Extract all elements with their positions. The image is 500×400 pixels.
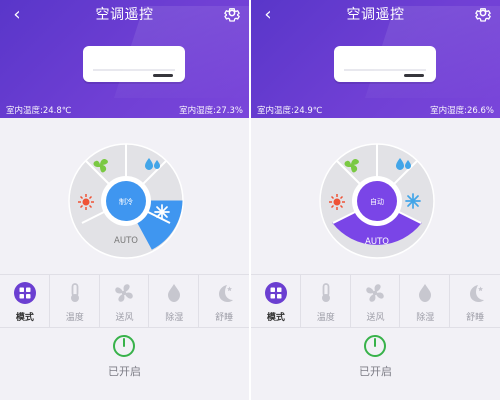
gear-icon[interactable] [223,4,241,22]
ac-remote-screen-auto: ‹ 空调遥控 室内温度:24.9℃ 室内湿度:26.6% 自动 AUTO 模式 … [251,0,500,400]
dial-center-label: 自动 [370,197,384,206]
air-conditioner-illustration [334,46,436,82]
tab-mode[interactable]: 模式 [251,275,301,327]
thermometer-icon [321,283,330,302]
power-control: 已开启 [0,334,249,394]
tab-airflow[interactable]: 送风 [351,275,401,327]
droplet-icon [419,284,432,302]
dial-auto-label[interactable]: AUTO [114,236,138,246]
page-title: 空调遥控 [346,7,405,23]
tab-label: 除湿 [416,313,435,323]
tab-label: 除湿 [165,313,184,323]
tab-label: 温度 [316,313,335,323]
tab-label: 送风 [115,313,134,323]
mode-tabs: 模式 温度 送风 除湿 舒睡 [0,274,249,328]
indoor-humidity: 室内湿度:27.3% [179,106,243,116]
gear-icon[interactable] [474,4,492,22]
power-control: 已开启 [251,334,500,394]
tab-sleep[interactable]: 舒睡 [199,275,249,327]
air-conditioner-illustration [83,46,185,82]
tab-dehumidify[interactable]: 除湿 [149,275,199,327]
tab-label: 舒睡 [466,313,485,323]
tab-label: 温度 [65,313,84,323]
moon-icon [219,285,234,302]
mode-tabs: 模式 温度 送风 除湿 舒睡 [251,274,500,328]
power-icon[interactable] [112,334,136,358]
app-comparison: ‹ 空调遥控 室内温度:24.8℃ 室内湿度:27.3% 制冷 AUTO 模式 … [0,0,500,400]
ac-remote-screen-cool: ‹ 空调遥控 室内温度:24.8℃ 室内湿度:27.3% 制冷 AUTO 模式 … [0,0,249,400]
indoor-temperature: 室内温度:24.8℃ [6,106,72,116]
power-status: 已开启 [108,365,141,378]
dial-center-label: 制冷 [119,197,133,206]
mode-dial[interactable]: 自动 AUTO [319,143,435,259]
grid-icon [264,282,287,304]
tab-label: 送风 [366,313,385,323]
ac-vent [153,74,173,77]
tab-mode[interactable]: 模式 [0,275,50,327]
power-status: 已开启 [359,365,392,378]
tab-temperature[interactable]: 温度 [301,275,351,327]
thermometer-icon [70,283,79,302]
mode-dial[interactable]: 制冷 AUTO [68,143,184,259]
page-title: 空调遥控 [95,7,154,23]
fan-icon [366,284,385,302]
indoor-humidity: 室内湿度:26.6% [430,106,494,116]
header-banner: ‹ 空调遥控 室内温度:24.8℃ 室内湿度:27.3% [0,0,249,118]
snowflake-icon [154,204,170,220]
dial-auto-label[interactable]: AUTO [365,237,389,247]
moon-icon [470,285,485,302]
droplet-icon [168,284,181,302]
indoor-temperature: 室内温度:24.9℃ [257,106,323,116]
header-banner: ‹ 空调遥控 室内温度:24.9℃ 室内湿度:26.6% [251,0,500,118]
tab-airflow[interactable]: 送风 [100,275,150,327]
tab-label: 舒睡 [215,313,234,323]
tab-temperature[interactable]: 温度 [50,275,100,327]
grid-icon [13,282,36,304]
tab-label: 模式 [266,313,285,323]
snowflake-icon [405,193,421,209]
tab-sleep[interactable]: 舒睡 [450,275,500,327]
tab-label: 模式 [15,313,34,323]
power-icon[interactable] [363,334,387,358]
ac-vent [404,74,424,77]
tab-dehumidify[interactable]: 除湿 [400,275,450,327]
fan-icon [115,284,134,302]
